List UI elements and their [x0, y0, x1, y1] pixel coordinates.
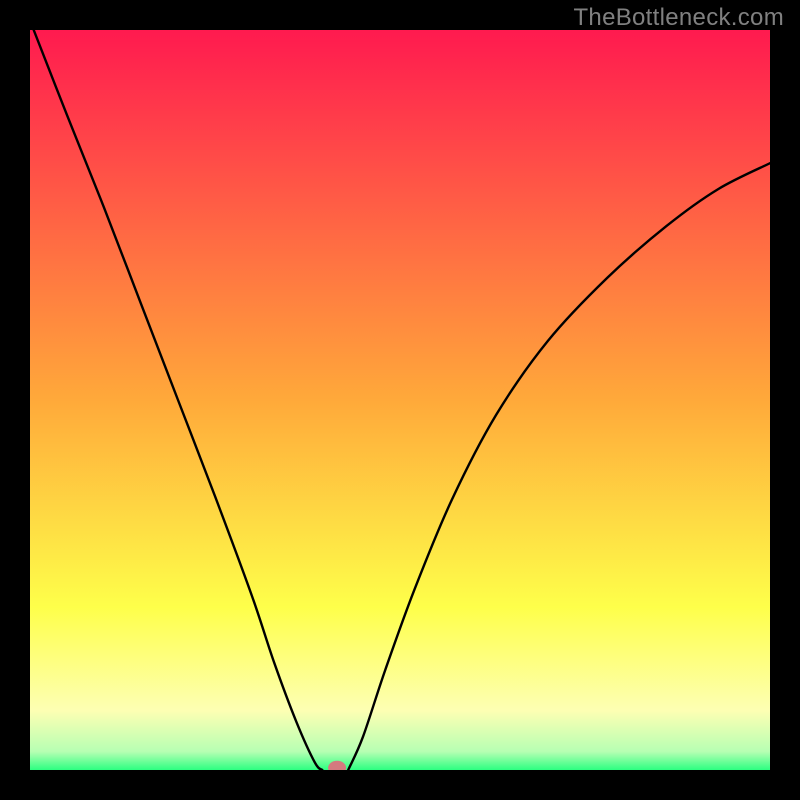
watermark-text: TheBottleneck.com	[573, 4, 784, 32]
chart-frame: TheBottleneck.com	[0, 0, 800, 800]
optimal-marker	[30, 30, 770, 770]
plot-area	[30, 30, 770, 770]
